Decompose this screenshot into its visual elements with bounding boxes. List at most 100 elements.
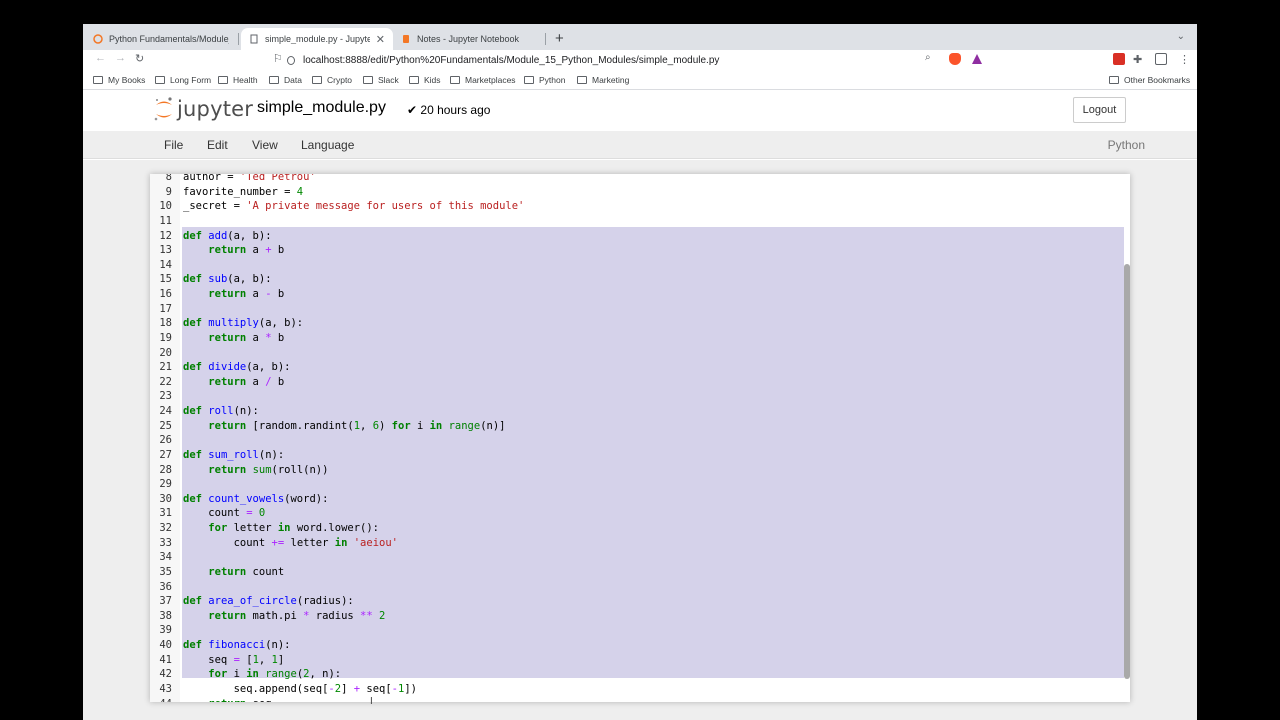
bookmark-health[interactable]: Health: [218, 75, 258, 85]
code-line[interactable]: 26: [150, 434, 1130, 449]
code-line[interactable]: 19 return a * b: [150, 332, 1130, 347]
menu-language[interactable]: Language: [301, 138, 354, 152]
code-line[interactable]: 12 def add(a, b):: [150, 230, 1130, 245]
bookmark-my-books[interactable]: My Books: [93, 75, 145, 85]
back-icon[interactable]: ←: [95, 52, 106, 64]
window-icon[interactable]: [1155, 53, 1167, 65]
vertical-scrollbar[interactable]: [1124, 264, 1130, 679]
line-number: 27: [159, 448, 172, 461]
reload-icon[interactable]: ↻: [135, 52, 144, 65]
line-number: 24: [159, 405, 172, 417]
line-number: 16: [159, 288, 172, 300]
bookmark-icon[interactable]: ⚐: [273, 52, 283, 65]
line-number: 26: [159, 434, 172, 447]
code-line[interactable]: 17: [150, 303, 1130, 318]
site-info-icon[interactable]: [287, 55, 295, 65]
bookmark-label: My Books: [108, 75, 146, 85]
menu-icon[interactable]: ⋮: [1179, 53, 1191, 66]
jupyter-logo[interactable]: jupyter: [153, 95, 253, 123]
code-line[interactable]: 24 def roll(n):: [150, 405, 1130, 420]
line-number: 39: [159, 624, 172, 637]
bookmark-python[interactable]: Python: [524, 75, 565, 85]
menu-bar: File Edit View Language Python: [83, 131, 1197, 159]
code-line[interactable]: 43 seq.append(seq[-2] + seq[-1]): [150, 683, 1130, 698]
code-line[interactable]: 28 return sum(roll(n)): [150, 464, 1130, 479]
bookmark-label: Health: [233, 75, 258, 85]
tab-simple-module[interactable]: simple_module.py - Jupyter Te ✕: [241, 28, 393, 50]
code-line[interactable]: 13 return a + b: [150, 244, 1130, 259]
file-name[interactable]: simple_module.py: [257, 99, 386, 117]
code-line[interactable]: 44 return seq: [150, 698, 1130, 703]
bookmark-kids[interactable]: Kids: [409, 75, 441, 85]
code-line[interactable]: 10 _secret = 'A private message for users…: [150, 200, 1130, 215]
code-line[interactable]: 21 def divide(a, b):: [150, 361, 1130, 376]
code-line[interactable]: 38 return math.pi * radius ** 2: [150, 610, 1130, 625]
code-line[interactable]: 41 seq = [1, 1]: [150, 654, 1130, 669]
code-line[interactable]: 18 def multiply(a, b):: [150, 317, 1130, 332]
code-line[interactable]: 29: [150, 478, 1130, 493]
code-line[interactable]: 36: [150, 581, 1130, 596]
code-line[interactable]: 16 return a - b: [150, 288, 1130, 303]
code-line[interactable]: 35 return count: [150, 566, 1130, 581]
logout-button[interactable]: Logout: [1073, 97, 1126, 123]
brave-rewards-icon[interactable]: [971, 53, 983, 65]
close-icon[interactable]: ✕: [376, 33, 385, 46]
menu-file[interactable]: File: [164, 138, 183, 152]
tab-title: Notes - Jupyter Notebook: [417, 34, 520, 44]
tab-title: simple_module.py - Jupyter Te: [265, 34, 370, 44]
code-line[interactable]: 33 count += letter in 'aeiou': [150, 537, 1130, 552]
code-line[interactable]: 15 def sub(a, b):: [150, 273, 1130, 288]
tab-strip: Python Fundamentals/Module_15_P simple_m…: [83, 24, 1197, 50]
bookmark-marketing[interactable]: Marketing: [577, 75, 629, 85]
puzzle-icon[interactable]: ✚: [1133, 53, 1145, 66]
menu-view[interactable]: View: [252, 138, 278, 152]
text-cursor-icon: I: [370, 696, 373, 707]
code-editor[interactable]: 8 author = 'Ted Petrou' 9 favorite_number =…: [150, 174, 1130, 702]
extension-icon[interactable]: [1113, 53, 1125, 65]
code-line[interactable]: 25 return [random.randint(1, 6) for i in…: [150, 420, 1130, 435]
tab-notes[interactable]: Notes - Jupyter Notebook: [393, 28, 543, 50]
zoom-icon[interactable]: ⌕: [925, 52, 931, 63]
code-line[interactable]: 42 for i in range(2, n):: [150, 668, 1130, 683]
code-line[interactable]: 8 author = 'Ted Petrou': [150, 174, 1130, 186]
code-line[interactable]: 31 count = 0: [150, 507, 1130, 522]
bookmark-data[interactable]: Data: [269, 75, 302, 85]
brave-shield-icon[interactable]: [949, 53, 961, 65]
line-number: 11: [159, 214, 172, 227]
folder-icon: [524, 76, 534, 84]
tab-python-fundamentals[interactable]: Python Fundamentals/Module_15_P: [85, 28, 237, 50]
code-line[interactable]: 27 def sum_roll(n):: [150, 449, 1130, 464]
code-line[interactable]: 22 return a / b: [150, 376, 1130, 391]
code-line[interactable]: 11: [150, 215, 1130, 230]
code-line[interactable]: 9 favorite_number = 4: [150, 186, 1130, 201]
bookmark-other[interactable]: Other Bookmarks: [1109, 75, 1190, 85]
code-line[interactable]: 30 def count_vowels(word):: [150, 493, 1130, 508]
bookmark-long-form[interactable]: Long Form: [155, 75, 211, 85]
address-bar[interactable]: localhost:8888/edit/Python%20Fundamental…: [287, 51, 967, 69]
bookmark-label: Other Bookmarks: [1124, 75, 1191, 85]
code-text: for letter in word.lower():: [208, 522, 380, 534]
code-line[interactable]: 37 def area_of_circle(radius):: [150, 595, 1130, 610]
code-line[interactable]: 32 for letter in word.lower():: [150, 522, 1130, 537]
line-number: 19: [159, 331, 172, 344]
code-line[interactable]: 23: [150, 390, 1130, 405]
new-tab-button[interactable]: +: [555, 30, 564, 47]
code-line[interactable]: 40 def fibonacci(n):: [150, 639, 1130, 654]
code-line[interactable]: 20: [150, 347, 1130, 362]
code-line[interactable]: 39: [150, 624, 1130, 639]
bookmark-marketplaces[interactable]: Marketplaces: [450, 75, 516, 85]
code-line[interactable]: 34: [150, 551, 1130, 566]
chevron-down-icon[interactable]: ⌄: [1177, 31, 1185, 42]
line-number: 37: [159, 595, 172, 608]
browser-toolbar: ← → ↻ ⚐ localhost:8888/edit/Python%20Fun…: [83, 50, 1197, 70]
line-number: 15: [159, 273, 172, 286]
forward-icon[interactable]: →: [115, 52, 126, 64]
bookmark-crypto[interactable]: Crypto: [312, 75, 352, 85]
code-line[interactable]: 14: [150, 259, 1130, 274]
tab-separator: [238, 33, 239, 45]
line-number: 12: [159, 229, 172, 242]
code-text: seq = [1, 1]: [183, 653, 285, 666]
bookmark-slack[interactable]: Slack: [363, 75, 399, 85]
bookmark-label: Marketing: [592, 75, 630, 85]
menu-edit[interactable]: Edit: [207, 138, 228, 152]
